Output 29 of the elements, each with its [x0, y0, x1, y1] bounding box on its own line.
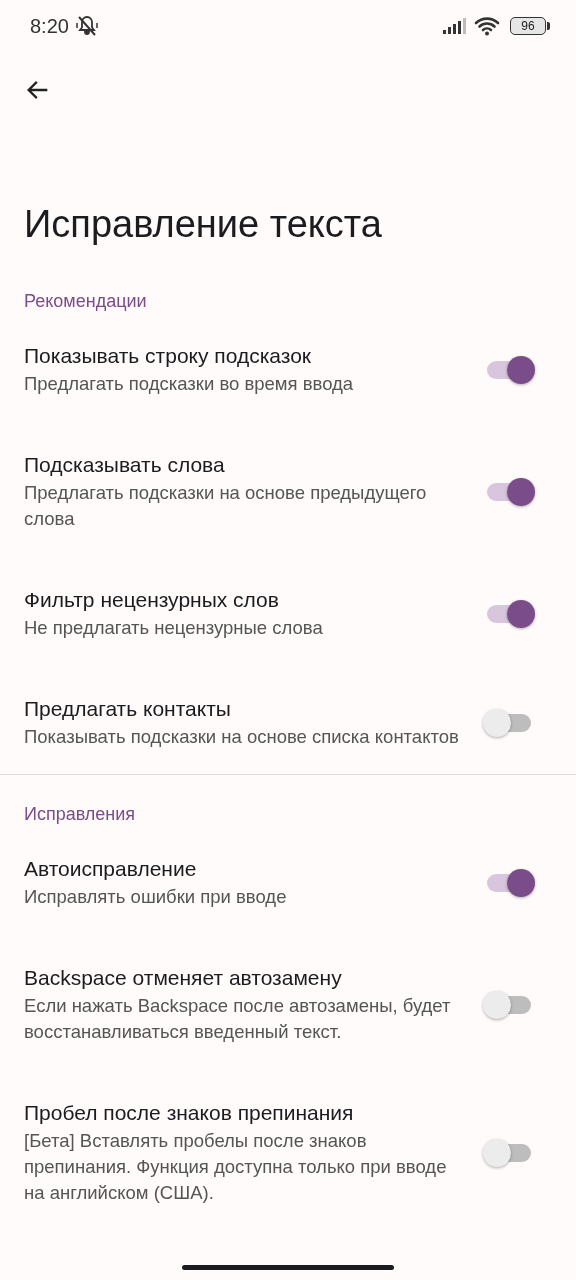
setting-title: Пробел после знаков препинания: [24, 1100, 355, 1126]
setting-item[interactable]: Пробел после знаков препинания [Бета] Вставлять пробелы после знаков препинания. Функция доступна только при вводе на английском (США).: [0, 1071, 576, 1232]
setting-item[interactable]: Подсказывать слова Предлагать подсказки на основе предыдущего слова: [0, 423, 576, 558]
section-header: Рекомендации: [23, 290, 148, 313]
setting-title: Предлагать контакты: [24, 696, 232, 722]
clock: 8:20: [30, 14, 69, 38]
setting-title: Автоисправление: [24, 856, 198, 882]
setting-title: Фильтр нецензурных слов: [24, 587, 280, 613]
setting-title: Подсказывать слова: [24, 452, 226, 478]
setting-summary: Предлагать подсказки во время ввода: [24, 372, 355, 396]
setting-summary: Исправлять ошибки при вводе: [24, 885, 288, 909]
setting-summary: Показывать подсказки на основе списка контактов: [24, 725, 459, 749]
setting-item[interactable]: Предлагать контакты Показывать подсказки на основе списка контактов: [0, 667, 576, 776]
page-title: Исправление текста: [23, 202, 383, 247]
section-header: Исправления: [23, 803, 137, 826]
setting-title: Показывать строку подсказок: [24, 343, 313, 369]
setting-title: Backspace отменяет автозамену: [24, 965, 343, 991]
setting-item[interactable]: Показывать строку подсказок Предлагать подсказки во время ввода: [0, 314, 576, 423]
setting-item[interactable]: Фильтр нецензурных слов Не предлагать нецензурные слова: [0, 558, 576, 667]
setting-summary: Не предлагать нецензурные слова: [24, 616, 324, 640]
setting-item[interactable]: Backspace отменяет автозамену Если нажать Backspace после автозамены, будет восстанавливаться введенный текст.: [0, 936, 576, 1071]
setting-summary: [Бета] Вставлять пробелы после знаков препинания. Функция доступна только при вводе на английском (США).: [24, 1129, 448, 1205]
setting-item[interactable]: Автоисправление Исправлять ошибки при вводе: [0, 827, 576, 936]
battery-level: 96: [521, 19, 535, 33]
setting-summary: Предлагать подсказки на основе предыдущего слова: [24, 481, 428, 531]
muted-bell-icon: [74, 14, 99, 38]
wifi-icon: [474, 16, 500, 36]
signal-icon: [442, 17, 468, 35]
setting-summary: Если нажать Backspace после автозамены, будет восстанавливаться введенный текст.: [24, 994, 452, 1044]
